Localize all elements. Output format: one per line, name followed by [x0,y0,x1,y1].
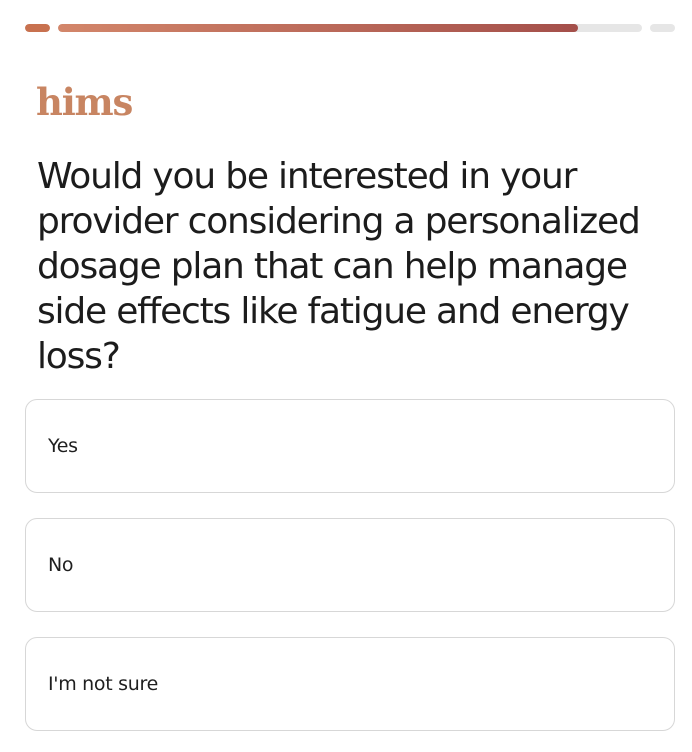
option-not-sure-label: I'm not sure [48,673,158,695]
progress-bar [25,24,675,32]
progress-segment-2 [58,24,642,32]
option-yes-label: Yes [48,435,78,457]
progress-segment-2-fill [58,24,578,32]
progress-segment-1-fill [25,24,50,32]
question-heading: Would you be interested in your provider… [37,156,641,377]
option-yes-button[interactable]: Yes [25,399,675,493]
hims-logo: hims [36,80,133,124]
quiz-page: hims Would you be interested in your pro… [0,0,692,752]
option-no-label: No [48,554,74,576]
option-no-button[interactable]: No [25,518,675,612]
option-not-sure-button[interactable]: I'm not sure [25,637,675,731]
progress-segment-1 [25,24,50,32]
progress-segment-3 [650,24,675,32]
